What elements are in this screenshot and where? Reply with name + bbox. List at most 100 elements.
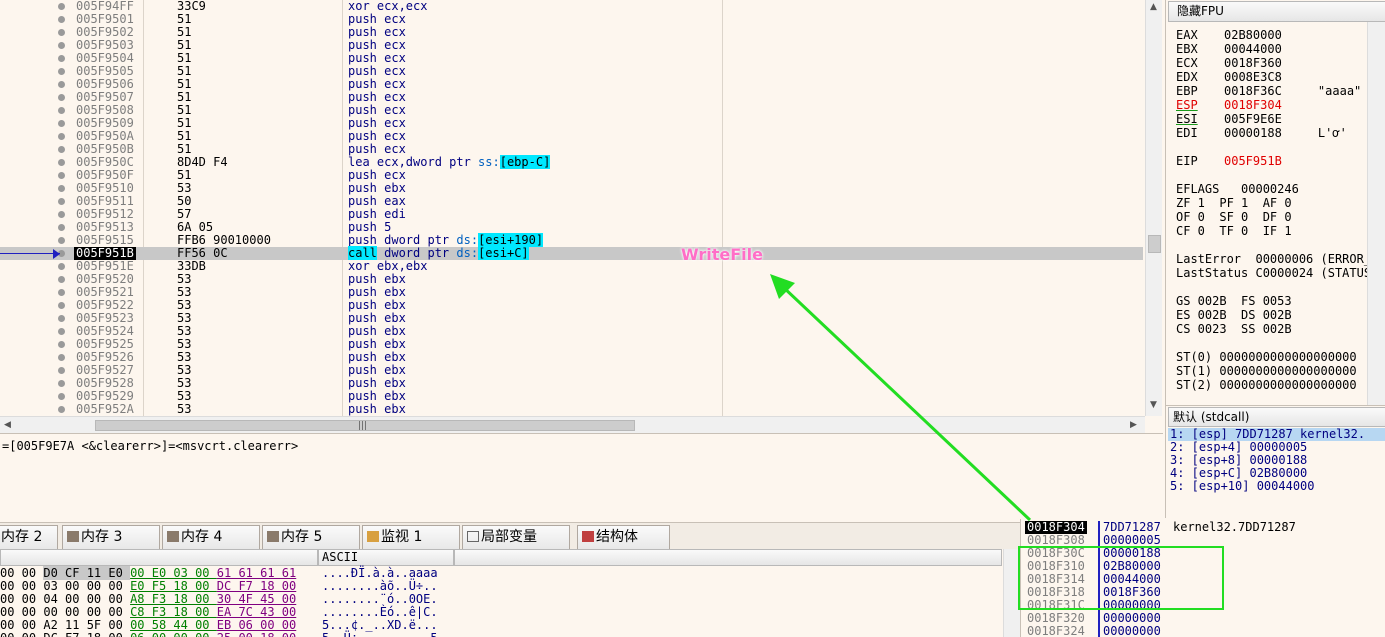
breakpoint-dot-icon[interactable] [58, 120, 65, 127]
call-arguments-pane[interactable]: 默认 (stdcall) 1: [esp] 7DD71287 kernel32.… [1165, 405, 1385, 518]
disassembly-row[interactable]: 005F9528 53 push ebx [0, 377, 1143, 390]
disassembly-row[interactable]: 005F9515 FFB6 90010000 push dword ptr ds:[… [0, 233, 1143, 247]
breakpoint-dot-icon[interactable] [58, 198, 65, 205]
calling-convention-select[interactable]: 默认 (stdcall) [1168, 407, 1385, 427]
tab-3[interactable]: 内存 3 [62, 525, 160, 549]
flags-row[interactable]: CF 0 TF 0 IF 1 [1176, 224, 1292, 238]
register-row[interactable]: EAX 02B80000 [1176, 28, 1282, 42]
disassembly-row[interactable]: 005F9522 53 push ebx [0, 299, 1143, 312]
register-value[interactable]: 005F951B [1224, 154, 1282, 168]
disassembly-row[interactable]: 005F9520 53 push ebx [0, 273, 1143, 286]
disassembly-row[interactable]: 005F9508 51 push ecx [0, 104, 1143, 117]
disassembly-row[interactable]: 005F950C 8D4D F4 lea ecx,dword ptr ss:[ebp… [0, 155, 1143, 169]
disassembly-row[interactable]: 005F9506 51 push ecx [0, 78, 1143, 91]
disassembly-row[interactable]: 005F9504 51 push ecx [0, 52, 1143, 65]
register-row[interactable]: ESI 005F9E6E [1176, 112, 1282, 126]
register-value[interactable]: 00000188 [1224, 126, 1282, 140]
register-value[interactable]: 0008E3C8 [1224, 70, 1282, 84]
register-value[interactable]: 0018F36C [1224, 84, 1282, 98]
breakpoint-dot-icon[interactable] [58, 94, 65, 101]
disassembly-row[interactable]: 005F9523 53 push ebx [0, 312, 1143, 325]
scroll-thumb[interactable]: ||| [95, 420, 635, 431]
register-row[interactable]: EIP 005F951B [1176, 154, 1282, 168]
register-value[interactable]: 02B80000 [1224, 28, 1282, 42]
disassembly-row[interactable]: 005F9526 53 push ebx [0, 351, 1143, 364]
disassembly-row[interactable]: 005F950B 51 push ecx [0, 143, 1143, 156]
register-value[interactable]: 00044000 [1224, 42, 1282, 56]
breakpoint-dot-icon[interactable] [58, 341, 65, 348]
stack-row[interactable]: 0018F324 00000000 [1021, 625, 1385, 637]
disassembly-row[interactable]: 005F9509 51 push ecx [0, 117, 1143, 130]
disassembly-row[interactable]: 005F9503 51 push ecx [0, 39, 1143, 52]
register-row[interactable]: EDX 0008E3C8 [1176, 70, 1282, 84]
breakpoint-dot-icon[interactable] [58, 315, 65, 322]
register-row[interactable]: EBX 00044000 [1176, 42, 1282, 56]
tab-5[interactable]: 内存 5 [262, 525, 360, 549]
register-value[interactable]: 005F9E6E [1224, 112, 1282, 126]
disassembly-row[interactable]: 005F9524 53 push ebx [0, 325, 1143, 338]
breakpoint-dot-icon[interactable] [58, 328, 65, 335]
scroll-up-icon[interactable]: ▲ [1150, 2, 1157, 12]
breakpoint-dot-icon[interactable] [58, 224, 65, 231]
register-row[interactable]: ESP 0018F304 [1176, 98, 1282, 112]
disassembly-row[interactable]: 005F9521 53 push ebx [0, 286, 1143, 299]
disassembly-horizontal-scrollbar[interactable]: ◀ ||| ▶ [0, 416, 1145, 433]
breakpoint-dot-icon[interactable] [58, 263, 65, 270]
seg-row[interactable]: CS 0023 SS 002B [1176, 322, 1292, 336]
tab-2[interactable]: 内存 2 [0, 525, 58, 549]
breakpoint-dot-icon[interactable] [58, 107, 65, 114]
breakpoint-dot-icon[interactable] [58, 42, 65, 49]
breakpoint-dot-icon[interactable] [58, 159, 65, 166]
breakpoint-dot-icon[interactable] [58, 354, 65, 361]
disassembly-row[interactable]: 005F9507 51 push ecx [0, 91, 1143, 104]
tab-8[interactable]: 结构体 [577, 525, 670, 549]
register-value[interactable]: 0018F304 [1224, 98, 1282, 112]
fpu-row[interactable]: ST(2) 0000000000000000000 [1176, 378, 1357, 392]
scroll-thumb[interactable] [1148, 235, 1161, 253]
breakpoint-dot-icon[interactable] [58, 146, 65, 153]
scroll-right-icon[interactable]: ▶ [1130, 420, 1137, 430]
fpu-row[interactable]: ST(0) 0000000000000000000 [1176, 350, 1357, 364]
scroll-down-icon[interactable]: ▼ [1150, 400, 1157, 410]
breakpoint-dot-icon[interactable] [58, 133, 65, 140]
breakpoint-dot-icon[interactable] [58, 302, 65, 309]
disassembly-row[interactable]: 005F9512 57 push edi [0, 208, 1143, 221]
seg-row[interactable]: GS 002B FS 0053 [1176, 294, 1292, 308]
breakpoint-dot-icon[interactable] [58, 3, 65, 10]
disassembly-row[interactable]: 005F9511 50 push eax [0, 195, 1143, 208]
breakpoint-dot-icon[interactable] [58, 276, 65, 283]
last-row[interactable]: LastStatus C0000024 (STATUS [1176, 266, 1371, 280]
ascii-column-header[interactable]: ASCII [318, 549, 454, 566]
breakpoint-dot-icon[interactable] [58, 406, 65, 413]
flags-row[interactable]: OF 0 SF 0 DF 0 [1176, 210, 1292, 224]
disassembly-row[interactable]: 005F9505 51 push ecx [0, 65, 1143, 78]
breakpoint-dot-icon[interactable] [58, 367, 65, 374]
fpu-row[interactable]: ST(1) 0000000000000000000 [1176, 364, 1357, 378]
disassembly-row[interactable]: 005F9510 53 push ebx [0, 182, 1143, 195]
registers-pane[interactable]: 隐藏FPU EAX 02B80000 EBX 00044000 ECX 0018F360 E… [1165, 0, 1385, 405]
argument-row[interactable]: 5: [esp+10] 00044000 [1170, 480, 1315, 493]
scroll-left-icon[interactable]: ◀ [4, 420, 11, 430]
disassembly-row[interactable]: 005F9527 53 push ebx [0, 364, 1143, 377]
breakpoint-dot-icon[interactable] [58, 211, 65, 218]
memory-dump-pane[interactable]: ASCII 00 00 D0 CF 11 E0 00 E0 03 00 61 6… [0, 549, 1020, 637]
disassembly-row[interactable]: 005F950A 51 push ecx [0, 130, 1143, 143]
breakpoint-dot-icon[interactable] [58, 81, 65, 88]
breakpoint-dot-icon[interactable] [58, 380, 65, 387]
last-row[interactable]: LastError 00000006 (ERROR_ [1176, 252, 1371, 266]
disassembly-row[interactable]: 005F9502 51 push ecx [0, 26, 1143, 39]
disassembly-pane[interactable]: 005F94FF 33C9 xor ecx,ecx 005F9501 51 push ec… [0, 0, 1163, 434]
dump-row[interactable]: 00 00 DC F7 18 00 06 00 00 00 25 00 18 0… [0, 632, 438, 637]
disassembly-row[interactable]: 005F9501 51 push ecx [0, 13, 1143, 26]
disassembly-row[interactable]: 005F952A 53 push ebx [0, 403, 1143, 416]
breakpoint-dot-icon[interactable] [58, 55, 65, 62]
register-value[interactable]: 0018F360 [1224, 56, 1282, 70]
register-row[interactable]: EDI 00000188 L'ơ' [1176, 126, 1347, 140]
register-row[interactable]: EBP 0018F36C "aaaa" [1176, 84, 1361, 98]
registers-scrollbar[interactable] [1367, 22, 1385, 407]
register-row[interactable]: ECX 0018F360 [1176, 56, 1282, 70]
breakpoint-dot-icon[interactable] [58, 289, 65, 296]
disassembly-row[interactable]: 005F950F 51 push ecx [0, 169, 1143, 182]
seg-row[interactable]: ES 002B DS 002B [1176, 308, 1292, 322]
eflags-row[interactable]: EFLAGS 00000246 [1176, 182, 1299, 196]
